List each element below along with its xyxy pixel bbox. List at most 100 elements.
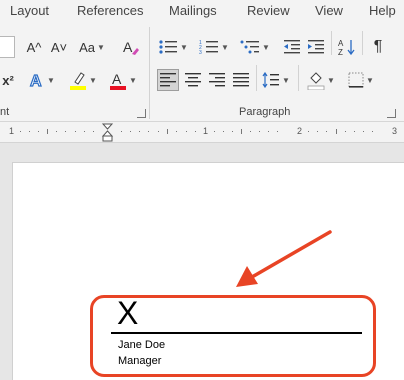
text-effects-button[interactable]: A ▼	[27, 69, 57, 91]
show-hide-marks-button[interactable]: ¶	[367, 36, 389, 58]
chevron-down-icon: ▼	[180, 42, 188, 52]
ruler-dot	[176, 131, 177, 132]
decrease-indent-button[interactable]	[281, 36, 303, 58]
line-spacing-icon	[262, 72, 280, 88]
font-color-button[interactable]: A ▼	[108, 69, 138, 91]
ruler-dot	[148, 131, 149, 132]
line-spacing-button[interactable]: ▼	[260, 69, 292, 91]
superscript-icon: x²	[2, 72, 14, 88]
ruler-dot	[121, 131, 122, 132]
font-color-icon: A	[110, 71, 127, 90]
tab-view[interactable]: View	[315, 3, 343, 18]
ruler-dot	[75, 131, 76, 132]
ribbon: A^ A˅ Aa ▼ A x² A ▼ ▼ A ▼ nt ▼ 1 2 3 ▼ ▼…	[0, 23, 404, 122]
superscript-button[interactable]: x²	[0, 69, 16, 91]
align-left-button[interactable]	[157, 69, 179, 91]
numbered-list-icon: 1 2 3	[199, 40, 219, 55]
ruler-dot	[130, 131, 131, 132]
ruler-number: 3	[392, 126, 398, 136]
group-separator	[149, 27, 150, 119]
borders-icon	[348, 72, 364, 88]
grow-font-button[interactable]: A^	[23, 36, 45, 58]
ruler-dot	[308, 131, 309, 132]
highlight-color-button[interactable]: ▼	[66, 69, 100, 91]
change-case-icon: Aa	[79, 39, 95, 55]
tab-help[interactable]: Help	[369, 3, 396, 18]
paint-bucket-icon	[307, 72, 325, 90]
ruler-dot	[363, 131, 364, 132]
chevron-down-icon: ▼	[96, 42, 105, 52]
tab-layout[interactable]: Layout	[10, 3, 49, 18]
justify-button[interactable]	[230, 69, 252, 91]
ruler-dot	[223, 131, 224, 132]
font-dialog-launcher[interactable]	[137, 109, 146, 118]
horizontal-ruler[interactable]: 1 1 2 3	[0, 122, 404, 143]
chevron-down-icon: ▼	[129, 75, 137, 85]
increase-indent-button[interactable]	[305, 36, 327, 58]
font-size-box[interactable]	[0, 36, 15, 58]
ruler-dot	[354, 131, 355, 132]
ruler-dot	[186, 131, 187, 132]
align-center-icon	[185, 73, 201, 87]
svg-text:A: A	[30, 73, 42, 89]
align-center-button[interactable]	[182, 69, 204, 91]
group-separator	[362, 31, 363, 55]
bullets-button[interactable]: ▼	[157, 36, 189, 58]
ruler-dot	[38, 131, 39, 132]
group-separator	[331, 31, 332, 55]
svg-text:Z: Z	[338, 48, 343, 56]
shading-button[interactable]: ▼	[305, 69, 337, 91]
ruler-tick	[336, 129, 337, 134]
ruler-dot	[84, 131, 85, 132]
chevron-down-icon: ▼	[327, 75, 335, 85]
group-separator	[256, 65, 257, 91]
svg-text:A: A	[123, 39, 133, 55]
ruler-dot	[268, 131, 269, 132]
pilcrow-icon: ¶	[373, 38, 383, 55]
ruler-dot	[232, 131, 233, 132]
align-right-button[interactable]	[206, 69, 228, 91]
ruler-dot	[56, 131, 57, 132]
tab-review[interactable]: Review	[247, 3, 290, 18]
ribbon-tab-strip: Layout References Mailings Review View H…	[0, 0, 404, 23]
chevron-down-icon: ▼	[89, 75, 97, 85]
highlight-callout-box	[90, 295, 376, 377]
indent-marker-icon[interactable]	[102, 123, 113, 142]
svg-text:A: A	[338, 39, 344, 48]
clear-formatting-button[interactable]: A	[120, 36, 142, 58]
borders-button[interactable]: ▼	[345, 69, 377, 91]
chevron-down-icon: ▼	[221, 42, 229, 52]
sort-button[interactable]: A Z	[336, 36, 358, 58]
ruler-dot	[250, 131, 251, 132]
ruler-number: 1	[203, 126, 209, 136]
align-right-icon	[209, 73, 225, 87]
tab-mailings[interactable]: Mailings	[169, 3, 217, 18]
text-effects-icon: A	[29, 72, 42, 89]
chevron-down-icon: ▼	[366, 75, 374, 85]
justify-icon	[233, 73, 249, 87]
multilevel-list-icon	[240, 40, 260, 54]
ruler-dot	[317, 131, 318, 132]
highlighter-icon	[70, 72, 87, 90]
ruler-dot	[139, 131, 140, 132]
tab-references[interactable]: References	[77, 3, 143, 18]
shrink-font-button[interactable]: A˅	[48, 36, 70, 58]
svg-text:3: 3	[199, 50, 202, 55]
ruler-dot	[259, 131, 260, 132]
increase-indent-icon	[308, 40, 324, 54]
numbering-button[interactable]: 1 2 3 ▼	[197, 36, 231, 58]
grow-font-icon: A^	[26, 39, 42, 55]
ruler-dot	[372, 131, 373, 132]
font-group-label: nt	[0, 106, 10, 118]
paragraph-dialog-launcher[interactable]	[387, 109, 396, 118]
ruler-dot	[158, 131, 159, 132]
sort-az-icon: A Z	[338, 39, 355, 56]
ruler-dot	[93, 131, 94, 132]
ruler-dot	[214, 131, 215, 132]
change-case-button[interactable]: Aa ▼	[77, 36, 107, 58]
multilevel-list-button[interactable]: ▼	[239, 36, 271, 58]
ruler-tick	[47, 129, 48, 134]
ruler-dot	[326, 131, 327, 132]
ruler-number: 1	[9, 126, 15, 136]
clear-formatting-icon: A	[123, 39, 139, 55]
